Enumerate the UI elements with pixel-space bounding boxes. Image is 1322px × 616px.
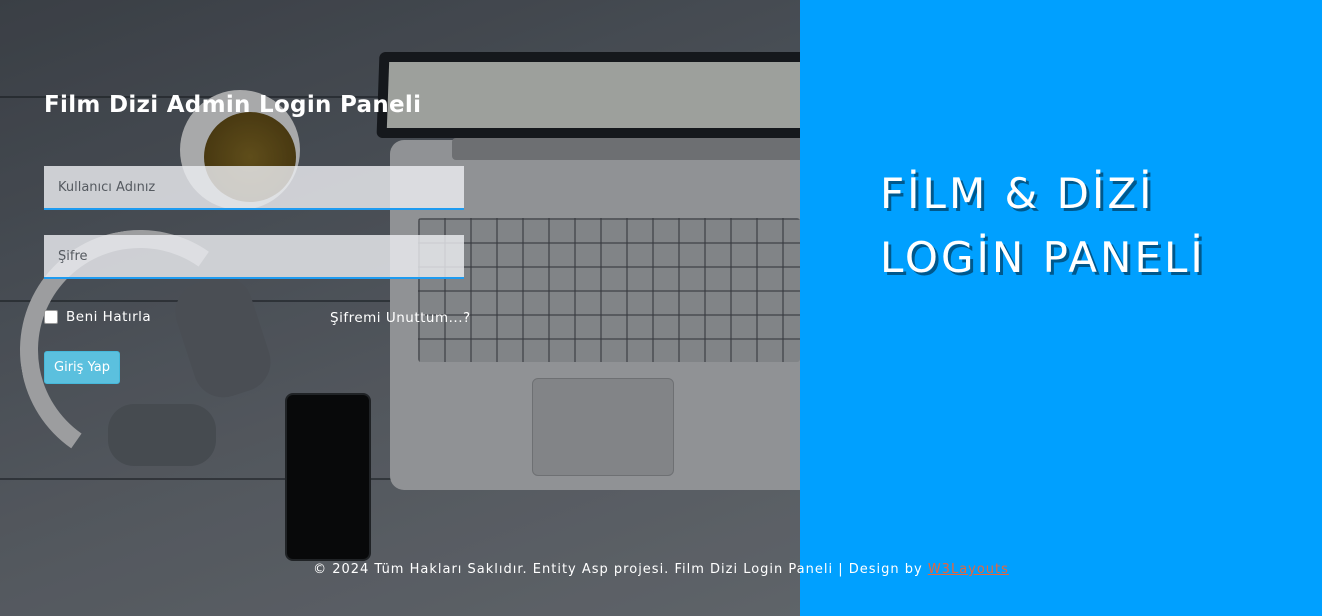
checkbox-unchecked-icon[interactable]: [44, 310, 58, 324]
brand-title-line2: LOGİN PANELİ: [880, 233, 1206, 282]
footer-text: © 2024 Tüm Hakları Saklıdır. Entity Asp …: [313, 562, 928, 577]
remember-me-label: Beni Hatırla: [66, 309, 152, 325]
login-button[interactable]: Giriş Yap: [44, 351, 120, 384]
brand-title-line1: FİLM & DİZİ: [880, 169, 1155, 218]
password-input[interactable]: [44, 235, 464, 279]
brand-title: FİLM & DİZİ LOGİN PANELİ: [880, 162, 1300, 290]
forgot-password-link[interactable]: Şifremi Unuttum...?: [330, 310, 471, 326]
footer: © 2024 Tüm Hakları Saklıdır. Entity Asp …: [0, 562, 1322, 577]
username-input[interactable]: [44, 166, 464, 210]
w3layouts-link[interactable]: W3Layouts: [928, 562, 1009, 577]
remember-me-checkbox[interactable]: Beni Hatırla: [44, 309, 151, 325]
brand-panel: FİLM & DİZİ LOGİN PANELİ: [800, 0, 1322, 616]
page-title: Film Dizi Admin Login Paneli: [44, 92, 422, 118]
